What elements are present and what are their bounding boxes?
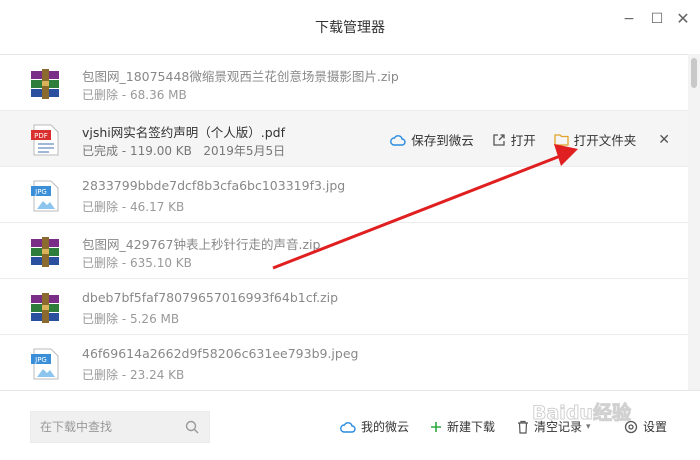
file-name[interactable]: dbeb7bf5faf78079657016993f64b1cf.zip	[82, 290, 338, 305]
close-window-button[interactable]: ✕	[673, 10, 693, 28]
baidu-watermark-logo: Baidu经验	[532, 401, 633, 425]
row-actions: 保存到微云 打开 打开文件夹 ✕	[372, 130, 670, 149]
new-download-button[interactable]: 新建下载	[430, 418, 495, 435]
pdf-file-icon: PDF	[31, 124, 59, 156]
folder-icon	[554, 134, 569, 146]
plus-icon	[431, 421, 441, 432]
open-folder-label: 打开文件夹	[573, 133, 637, 148]
window-title: 下载管理器	[315, 20, 385, 36]
download-item[interactable]: JPG 46f69614a2662d9f58206c631ee793b9.jpe…	[0, 335, 688, 390]
file-meta: 已删除 - 5.26 MB	[82, 310, 179, 327]
title-bar: 下载管理器 − ☐ ✕	[0, 0, 700, 54]
jpg-image-icon: JPG	[31, 180, 59, 212]
my-cloud-label: 我的微云	[361, 420, 410, 434]
file-meta: 已删除 - 635.10 KB	[82, 254, 192, 271]
minimize-button[interactable]: −	[619, 10, 639, 28]
file-size: 5.26 MB	[129, 312, 180, 326]
cloud-icon	[390, 134, 406, 146]
watermark-text: Baidu经验	[532, 401, 632, 424]
status-text: 已删除	[82, 312, 119, 326]
download-item[interactable]: 包图网_18075448微缩景观西兰花创意场景摄影图片.zip 已删除 - 68…	[0, 55, 688, 111]
file-meta: 已删除 - 23.24 KB	[82, 366, 184, 383]
cloud-icon	[340, 421, 356, 433]
open-label: 打开	[510, 133, 536, 148]
pdf-icon-label: PDF	[34, 132, 48, 140]
download-item[interactable]: PDF vjshi网实名签约声明（个人版）.pdf 已完成 - 119.00 K…	[0, 111, 688, 167]
file-size: 119.00 KB	[129, 144, 192, 158]
jpg-icon-label: JPG	[34, 188, 47, 196]
file-meta: 已完成 - 119.00 KB 2019年5月5日	[82, 142, 285, 159]
open-folder-button[interactable]: 打开文件夹	[554, 130, 637, 149]
maximize-button[interactable]: ☐	[647, 10, 667, 28]
download-date: 2019年5月5日	[203, 144, 286, 158]
scrollbar[interactable]	[688, 54, 700, 390]
file-meta: 已删除 - 46.17 KB	[82, 198, 184, 215]
status-text: 已删除	[82, 256, 119, 270]
zip-archive-icon	[31, 69, 59, 99]
remove-item-button[interactable]: ✕	[658, 132, 670, 148]
file-meta: 已删除 - 68.36 MB	[82, 86, 187, 103]
file-name[interactable]: 46f69614a2662d9f58206c631ee793b9.jpeg	[82, 346, 358, 361]
file-size: 23.24 KB	[129, 368, 185, 382]
meta-separator: -	[118, 200, 130, 214]
download-item[interactable]: dbeb7bf5faf78079657016993f64b1cf.zip 已删除…	[0, 279, 688, 335]
jpg-icon-label: JPG	[34, 356, 47, 364]
open-external-icon	[493, 133, 505, 146]
open-button[interactable]: 打开	[492, 130, 536, 149]
file-name[interactable]: 包图网_18075448微缩景观西兰花创意场景摄影图片.zip	[82, 66, 399, 85]
save-to-cloud-label: 保存到微云	[411, 133, 474, 148]
file-name[interactable]: 包图网_429767钟表上秒针行走的声音.zip	[82, 234, 320, 253]
download-item[interactable]: JPG 2833799bbde7dcf8b3cfa6bc103319f3.jpg…	[0, 167, 688, 223]
meta-separator: -	[118, 88, 130, 102]
my-cloud-button[interactable]: 我的微云	[340, 418, 409, 435]
new-download-label: 新建下载	[447, 420, 496, 434]
status-text: 已完成	[82, 144, 119, 158]
file-size: 635.10 KB	[129, 256, 192, 270]
status-text: 已删除	[82, 200, 119, 214]
file-name[interactable]: 2833799bbde7dcf8b3cfa6bc103319f3.jpg	[82, 178, 345, 193]
file-size: 68.36 MB	[129, 88, 187, 102]
search-input[interactable]	[31, 412, 181, 442]
file-name[interactable]: vjshi网实名签约声明（个人版）.pdf	[82, 122, 285, 141]
zip-archive-icon	[31, 293, 59, 323]
meta-separator: -	[118, 256, 130, 270]
scrollbar-thumb[interactable]	[691, 58, 697, 88]
search-box	[30, 411, 210, 443]
status-text: 已删除	[82, 88, 119, 102]
save-to-cloud-button[interactable]: 保存到微云	[390, 130, 474, 149]
meta-separator: -	[118, 144, 130, 158]
zip-archive-icon	[31, 237, 59, 267]
jpg-image-icon: JPG	[31, 348, 59, 380]
meta-separator: -	[118, 312, 130, 326]
download-item[interactable]: 包图网_429767钟表上秒针行走的声音.zip 已删除 - 635.10 KB	[0, 223, 688, 279]
file-size: 46.17 KB	[129, 200, 185, 214]
meta-separator: -	[118, 368, 130, 382]
download-list: 包图网_18075448微缩景观西兰花创意场景摄影图片.zip 已删除 - 68…	[0, 54, 688, 390]
search-icon[interactable]	[185, 420, 199, 434]
status-text: 已删除	[82, 368, 119, 382]
